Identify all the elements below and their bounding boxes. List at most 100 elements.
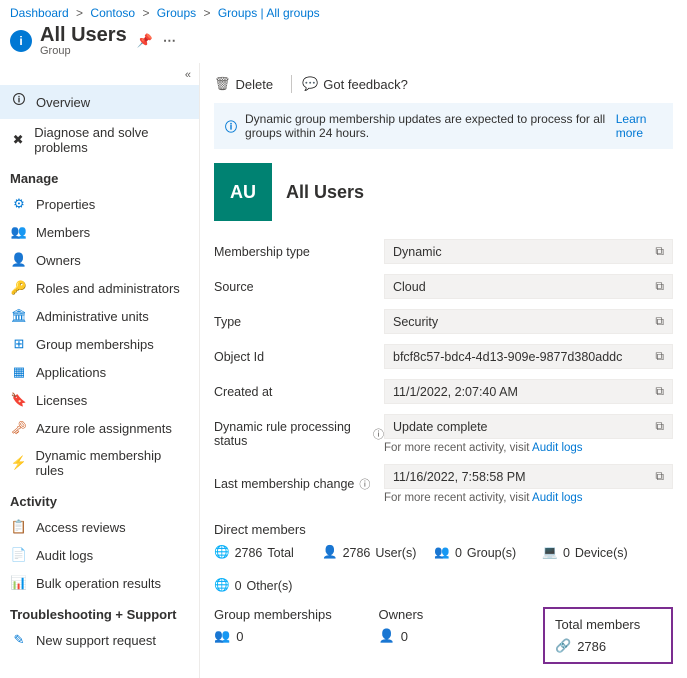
sidebar-icon: 👤 [10,252,28,268]
copy-icon[interactable]: ⧉ [655,419,664,434]
breadcrumb-link[interactable]: Groups [157,6,196,20]
property-value-box: Security ⧉ [384,309,673,334]
property-label: Dynamic rule processing statusⓘ [214,420,384,448]
total-members-card: Total members 🔗 2786 [543,607,673,664]
owners-title: Owners [379,607,544,622]
stat-count: 2786 [343,546,371,560]
sidebar-item-azure-role-assignments[interactable]: 🗝Azure role assignments [0,414,199,442]
sidebar-item-access-reviews[interactable]: 📋Access reviews [0,513,199,541]
property-row-membership-type: Membership type Dynamic ⧉ [214,239,673,264]
sidebar-item-roles-and-administrators[interactable]: 🔑Roles and administrators [0,274,199,302]
property-value-box: Cloud ⧉ [384,274,673,299]
group-icon: 👥 [214,628,230,644]
sidebar-icon: 🛈 [10,91,28,113]
sidebar-item-diagnose-and-solve-problems[interactable]: ✖Diagnose and solve problems [0,119,199,161]
property-row-drp-status: Dynamic rule processing statusⓘ Update c… [214,414,673,454]
breadcrumb-link[interactable]: Groups | All groups [218,6,320,20]
audit-logs-link[interactable]: Audit logs [532,492,583,504]
sidebar-icon: ▦ [10,364,28,380]
audit-logs-link[interactable]: Audit logs [532,442,583,454]
sidebar-item-label: Applications [36,365,106,380]
copy-icon[interactable]: ⧉ [655,314,664,329]
sidebar-item-audit-logs[interactable]: 📄Audit logs [0,541,199,569]
page-subtitle: Group [40,45,127,57]
direct-member-stat: 👤2786 User(s) [322,545,416,560]
pin-icon[interactable]: 📌 [137,33,153,49]
sidebar-item-label: Audit logs [36,548,93,563]
owners-value: 0 [401,629,408,644]
info-icon[interactable]: ⓘ [373,426,384,442]
property-row-last-change: Last membership changeⓘ 11/16/2022, 7:58… [214,464,673,504]
sidebar-section-title: Troubleshooting + Support [0,597,199,626]
property-label: Source [214,280,384,294]
stat-icon: 👥 [434,545,450,560]
sidebar-item-label: Roles and administrators [36,281,180,296]
direct-member-stat: 🌐0 Other(s) [214,578,304,593]
property-value-box: 11/1/2022, 2:07:40 AM ⧉ [384,379,673,404]
copy-icon[interactable]: ⧉ [655,469,664,484]
copy-icon[interactable]: ⧉ [655,349,664,364]
stat-icon: 🌐 [214,545,230,560]
sidebar-section-title: Manage [0,161,199,190]
stat-label: User(s) [375,546,416,560]
sidebar-item-owners[interactable]: 👤 Owners [0,246,199,274]
delete-label: Delete [236,77,274,92]
stat-icon: 💻 [542,545,558,560]
info-banner: ⓘ Dynamic group membership updates are e… [214,103,673,149]
toolbar: 🗑 Delete 💬 Got feedback? [214,71,673,103]
banner-text: Dynamic group membership updates are exp… [245,112,612,140]
group-memberships-title: Group memberships [214,607,379,622]
direct-members-title: Direct members [214,522,673,537]
sidebar-item-licenses[interactable]: 🔖Licenses [0,386,199,414]
sidebar-item-label: Access reviews [36,520,126,535]
property-value: Cloud [393,280,426,294]
property-value-box: Update complete ⧉ [384,414,673,439]
property-value: 11/16/2022, 7:58:58 PM [393,470,526,484]
property-label: Last membership changeⓘ [214,476,384,492]
sidebar-item-label: Owners [36,253,81,268]
link-icon: 🔗 [555,638,571,654]
breadcrumb: Dashboard > Contoso > Groups > Groups | … [0,0,687,20]
owners-card: Owners 👤 0 [379,607,544,664]
more-icon[interactable]: ⋯ [163,33,176,49]
sidebar-item-overview[interactable]: 🛈Overview [0,85,199,119]
banner-learn-more-link[interactable]: Learn more [616,112,662,140]
sidebar-item-members[interactable]: 👥Members [0,218,199,246]
breadcrumb-separator: > [200,6,214,20]
sidebar-item-properties[interactable]: ⚙Properties [0,190,199,218]
info-icon: ⓘ [225,118,237,135]
sidebar-item-applications[interactable]: ▦ Applications [0,358,199,386]
breadcrumb-link[interactable]: Dashboard [10,6,69,20]
info-icon[interactable]: ⓘ [359,476,370,492]
property-value-box: Dynamic ⧉ [384,239,673,264]
sidebar-item-label: New support request [36,633,156,648]
sidebar-item-bulk-operation-results[interactable]: 📊Bulk operation results [0,569,199,597]
property-value: Dynamic [393,245,442,259]
sidebar-icon: 🔖 [10,392,28,408]
direct-member-stat: 💻0 Device(s) [542,545,632,560]
property-value: bfcf8c57-bdc4-4d13-909e-9877d380addc [393,350,622,364]
delete-button[interactable]: 🗑 Delete [214,76,273,92]
sidebar-icon: 📊 [10,575,28,591]
copy-icon[interactable]: ⧉ [655,279,664,294]
property-row-created-at: Created at 11/1/2022, 2:07:40 AM ⧉ [214,379,673,404]
breadcrumb-link[interactable]: Contoso [90,6,135,20]
sidebar-item-new-support-request[interactable]: ✎ New support request [0,626,199,654]
copy-icon[interactable]: ⧉ [655,384,664,399]
breadcrumb-separator: > [139,6,153,20]
breadcrumb-separator: > [73,6,87,20]
sidebar-icon: ✎ [10,632,28,648]
collapse-sidebar-icon[interactable]: « [0,67,199,85]
property-row-object-id: Object Id bfcf8c57-bdc4-4d13-909e-9877d3… [214,344,673,369]
sidebar-item-group-memberships[interactable]: ⊞Group memberships [0,330,199,358]
feedback-button[interactable]: 💬 Got feedback? [302,76,408,92]
sidebar-item-dynamic-membership-rules[interactable]: ⚡Dynamic membership rules [0,442,199,484]
stat-count: 0 [455,546,462,560]
copy-icon[interactable]: ⧉ [655,244,664,259]
user-icon: 👤 [379,628,395,644]
trash-icon: 🗑 [214,76,231,92]
feedback-label: Got feedback? [323,77,408,92]
sidebar-section-title: Activity [0,484,199,513]
property-value-box: 11/16/2022, 7:58:58 PM ⧉ [384,464,673,489]
sidebar-item-administrative-units[interactable]: 🏛Administrative units [0,302,199,330]
